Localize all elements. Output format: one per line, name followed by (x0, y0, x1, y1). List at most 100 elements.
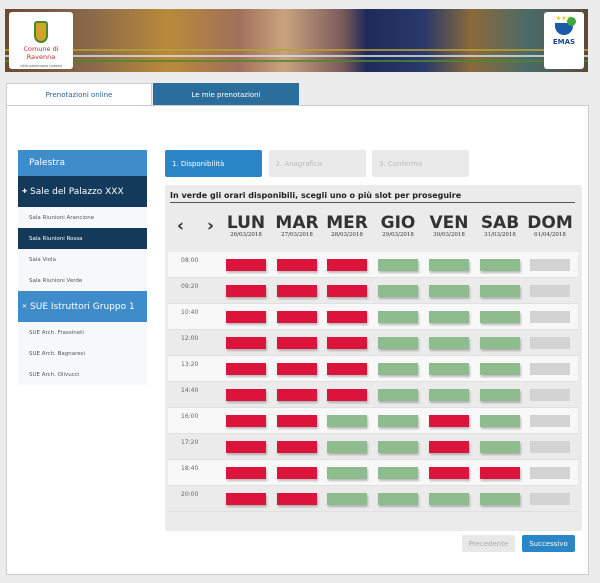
day-name: MER (326, 213, 368, 233)
sidebar-item[interactable]: SUE Arch. Frassineti (18, 322, 147, 343)
slot-available[interactable] (327, 467, 367, 479)
slot-available[interactable] (480, 337, 520, 349)
comune-logo[interactable]: Comune di Ravenna città patrimonio unesc… (9, 12, 73, 69)
sidebar-title: Palestra (18, 150, 147, 176)
slot-available[interactable] (480, 363, 520, 375)
slot-available[interactable] (429, 311, 469, 323)
calendar-headline: In verde gli orari disponibili, scegli u… (170, 191, 575, 203)
slot-closed (530, 337, 570, 349)
slot-occupied (327, 311, 367, 323)
slot-occupied (327, 389, 367, 401)
sidebar-item[interactable]: SUE Arch. Olivucci (18, 364, 147, 385)
slot-closed (530, 467, 570, 479)
slot-occupied (226, 285, 266, 297)
slot-available[interactable] (378, 363, 418, 375)
slot-occupied (226, 389, 266, 401)
slot-available[interactable] (327, 415, 367, 427)
slot-time: 16:00 (181, 413, 199, 420)
slot-occupied (226, 493, 266, 505)
next-button[interactable]: Successivo (522, 535, 575, 552)
slot-occupied (429, 415, 469, 427)
slot-time: 17:20 (181, 439, 199, 446)
slot-available[interactable] (327, 441, 367, 453)
time-slot-row: 14:40 (168, 382, 578, 408)
sidebar-group[interactable]: ✚ Sale del Palazzo XXX (18, 176, 147, 207)
slot-available[interactable] (378, 389, 418, 401)
time-slot-row: 13:20 (168, 356, 578, 382)
day-header: MAR 27/03/2018 (272, 214, 322, 238)
slot-closed (530, 259, 570, 271)
slot-available[interactable] (429, 285, 469, 297)
time-slot-row: 20:00 (168, 486, 578, 512)
slot-occupied (277, 259, 317, 271)
slot-available[interactable] (480, 259, 520, 271)
slot-time: 18:40 (181, 465, 199, 472)
crest-icon (34, 21, 48, 43)
slot-occupied (226, 441, 266, 453)
slot-occupied (480, 467, 520, 479)
step-1[interactable]: 1. Disponibilità (165, 150, 262, 177)
sidebar-item[interactable]: SUE Arch. Bagnaresi (18, 343, 147, 364)
time-slot-row: 18:40 (168, 460, 578, 486)
sidebar-item[interactable]: Sala Riunioni Rossa (18, 228, 147, 249)
slot-occupied (277, 441, 317, 453)
sidebar: Palestra ✚ Sale del Palazzo XXX Sala Riuni… (18, 150, 147, 385)
sidebar-item[interactable]: Sala Riunioni Verde (18, 270, 147, 291)
slot-available[interactable] (378, 285, 418, 297)
slot-time: 09:20 (181, 283, 199, 290)
tab-prenotazioni-online[interactable]: Prenotazioni online (6, 83, 152, 106)
slot-occupied (327, 285, 367, 297)
previous-button[interactable]: Precedente (462, 535, 515, 552)
prev-week-icon[interactable]: ‹ (177, 216, 184, 236)
slot-available[interactable] (429, 389, 469, 401)
slot-occupied (277, 493, 317, 505)
slot-available[interactable] (378, 337, 418, 349)
slot-available[interactable] (480, 285, 520, 297)
slot-occupied (277, 337, 317, 349)
slot-occupied (327, 363, 367, 375)
close-icon: ✕ (22, 303, 28, 310)
slot-available[interactable] (378, 441, 418, 453)
sidebar-item[interactable]: Sala Riunioni Arancione (18, 207, 147, 228)
slot-occupied (277, 467, 317, 479)
slot-occupied (277, 389, 317, 401)
slot-available[interactable] (480, 311, 520, 323)
slot-available[interactable] (327, 493, 367, 505)
slot-available[interactable] (378, 311, 418, 323)
sidebar-group-label: SUE Istruttori Gruppo 1 (30, 301, 135, 312)
slot-occupied (226, 337, 266, 349)
day-header: VEN 30/03/2018 (424, 214, 474, 238)
stars-icon: ★★★ (555, 15, 573, 22)
time-slot-row: 10:40 (168, 304, 578, 330)
slot-available[interactable] (378, 467, 418, 479)
slot-available[interactable] (480, 441, 520, 453)
slot-occupied (226, 363, 266, 375)
slot-occupied (277, 363, 317, 375)
slot-occupied (226, 311, 266, 323)
slot-available[interactable] (378, 259, 418, 271)
sidebar-item[interactable]: Sala Viola (18, 249, 147, 270)
day-name: VEN (429, 213, 469, 233)
slot-available[interactable] (429, 337, 469, 349)
time-slot-row: 12:00 (168, 330, 578, 356)
day-header: GIO 29/03/2018 (373, 214, 423, 238)
slot-available[interactable] (429, 259, 469, 271)
next-week-icon[interactable]: › (207, 216, 214, 236)
slot-available[interactable] (378, 493, 418, 505)
day-name: GIO (380, 213, 416, 233)
slot-available[interactable] (378, 415, 418, 427)
sidebar-group[interactable]: ✕ SUE Istruttori Gruppo 1 (18, 291, 147, 322)
slot-occupied (226, 415, 266, 427)
slot-time: 10:40 (181, 309, 199, 316)
time-slot-row: 16:00 (168, 408, 578, 434)
day-name: MAR (275, 213, 319, 233)
slot-available[interactable] (480, 493, 520, 505)
tab-le-mie-prenotazioni[interactable]: Le mie prenotazioni (153, 83, 299, 106)
slot-available[interactable] (480, 389, 520, 401)
slot-available[interactable] (429, 363, 469, 375)
day-header: DOM 01/04/2018 (525, 214, 575, 238)
slot-time: 12:00 (181, 335, 199, 342)
slot-occupied (226, 259, 266, 271)
slot-available[interactable] (429, 493, 469, 505)
slot-available[interactable] (480, 415, 520, 427)
